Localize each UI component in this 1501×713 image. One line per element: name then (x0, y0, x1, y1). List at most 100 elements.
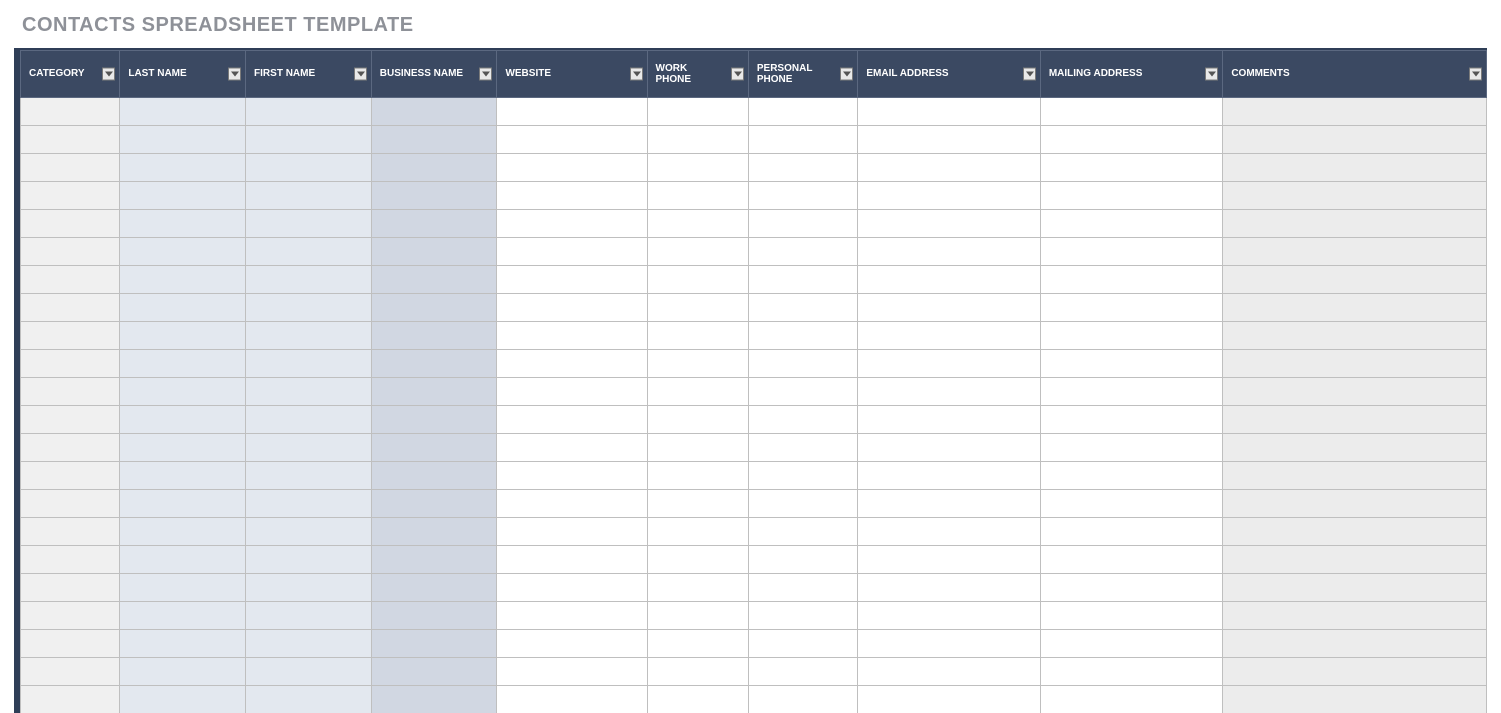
cell[interactable] (371, 462, 497, 490)
cell[interactable] (246, 294, 372, 322)
filter-dropdown-icon[interactable] (1023, 68, 1036, 81)
cell[interactable] (246, 490, 372, 518)
cell[interactable] (1223, 490, 1487, 518)
cell[interactable] (371, 434, 497, 462)
cell[interactable] (858, 406, 1040, 434)
cell[interactable] (748, 462, 857, 490)
cell[interactable] (21, 406, 120, 434)
cell[interactable] (748, 546, 857, 574)
cell[interactable] (748, 266, 857, 294)
cell[interactable] (371, 490, 497, 518)
cell[interactable] (1223, 574, 1487, 602)
cell[interactable] (21, 294, 120, 322)
cell[interactable] (371, 350, 497, 378)
cell[interactable] (1040, 434, 1222, 462)
cell[interactable] (647, 98, 748, 126)
cell[interactable] (246, 126, 372, 154)
cell[interactable] (1223, 322, 1487, 350)
cell[interactable] (1223, 154, 1487, 182)
cell[interactable] (1040, 406, 1222, 434)
cell[interactable] (748, 602, 857, 630)
cell[interactable] (120, 182, 246, 210)
cell[interactable] (21, 574, 120, 602)
cell[interactable] (246, 322, 372, 350)
cell[interactable] (858, 658, 1040, 686)
cell[interactable] (371, 574, 497, 602)
cell[interactable] (1040, 658, 1222, 686)
cell[interactable] (748, 378, 857, 406)
cell[interactable] (21, 686, 120, 713)
cell[interactable] (858, 266, 1040, 294)
cell[interactable] (858, 518, 1040, 546)
cell[interactable] (1040, 686, 1222, 713)
cell[interactable] (246, 658, 372, 686)
cell[interactable] (1223, 266, 1487, 294)
cell[interactable] (748, 154, 857, 182)
cell[interactable] (748, 238, 857, 266)
cell[interactable] (371, 294, 497, 322)
cell[interactable] (1040, 630, 1222, 658)
cell[interactable] (120, 658, 246, 686)
cell[interactable] (497, 518, 647, 546)
cell[interactable] (246, 462, 372, 490)
cell[interactable] (647, 574, 748, 602)
cell[interactable] (1223, 686, 1487, 713)
cell[interactable] (647, 462, 748, 490)
cell[interactable] (647, 490, 748, 518)
filter-dropdown-icon[interactable] (479, 68, 492, 81)
cell[interactable] (371, 686, 497, 713)
cell[interactable] (647, 294, 748, 322)
cell[interactable] (21, 462, 120, 490)
cell[interactable] (497, 266, 647, 294)
cell[interactable] (748, 350, 857, 378)
cell[interactable] (858, 434, 1040, 462)
cell[interactable] (246, 686, 372, 713)
cell[interactable] (647, 266, 748, 294)
filter-dropdown-icon[interactable] (630, 68, 643, 81)
cell[interactable] (858, 602, 1040, 630)
cell[interactable] (21, 210, 120, 238)
cell[interactable] (120, 574, 246, 602)
cell[interactable] (120, 378, 246, 406)
cell[interactable] (120, 350, 246, 378)
cell[interactable] (858, 210, 1040, 238)
cell[interactable] (120, 322, 246, 350)
cell[interactable] (748, 518, 857, 546)
cell[interactable] (647, 658, 748, 686)
filter-dropdown-icon[interactable] (228, 68, 241, 81)
cell[interactable] (1223, 350, 1487, 378)
cell[interactable] (497, 210, 647, 238)
cell[interactable] (1223, 658, 1487, 686)
cell[interactable] (246, 350, 372, 378)
cell[interactable] (497, 126, 647, 154)
cell[interactable] (647, 630, 748, 658)
cell[interactable] (858, 490, 1040, 518)
cell[interactable] (371, 322, 497, 350)
cell[interactable] (371, 98, 497, 126)
cell[interactable] (858, 182, 1040, 210)
cell[interactable] (120, 266, 246, 294)
cell[interactable] (647, 602, 748, 630)
cell[interactable] (371, 518, 497, 546)
cell[interactable] (1040, 126, 1222, 154)
cell[interactable] (371, 238, 497, 266)
cell[interactable] (1040, 294, 1222, 322)
cell[interactable] (647, 378, 748, 406)
cell[interactable] (1223, 182, 1487, 210)
cell[interactable] (120, 434, 246, 462)
cell[interactable] (858, 630, 1040, 658)
cell[interactable] (748, 490, 857, 518)
cell[interactable] (120, 686, 246, 713)
cell[interactable] (246, 434, 372, 462)
cell[interactable] (120, 406, 246, 434)
cell[interactable] (1040, 602, 1222, 630)
cell[interactable] (1040, 210, 1222, 238)
filter-dropdown-icon[interactable] (1469, 68, 1482, 81)
cell[interactable] (497, 406, 647, 434)
cell[interactable] (21, 602, 120, 630)
cell[interactable] (497, 350, 647, 378)
filter-dropdown-icon[interactable] (354, 68, 367, 81)
cell[interactable] (246, 378, 372, 406)
cell[interactable] (748, 98, 857, 126)
cell[interactable] (120, 518, 246, 546)
